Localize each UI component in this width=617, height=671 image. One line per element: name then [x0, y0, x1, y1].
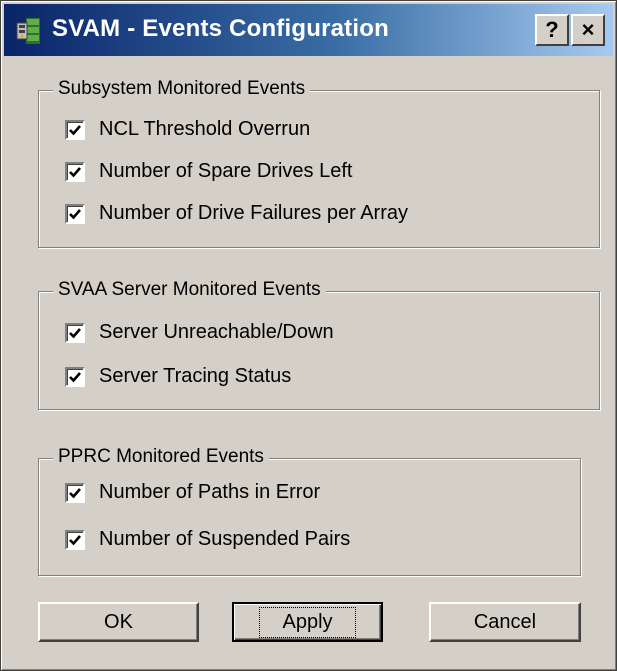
ncl-threshold-overrun-option[interactable]: NCL Threshold Overrun	[65, 118, 310, 141]
window-title: SVAM - Events Configuration	[52, 15, 389, 42]
svam-app-icon	[16, 18, 40, 44]
spare-drives-left-option[interactable]: Number of Spare Drives Left	[65, 160, 352, 183]
paths-in-error-label: Number of Paths in Error	[99, 481, 321, 503]
checkmark-icon	[69, 166, 81, 177]
drive-failures-per-array-checkbox[interactable]	[65, 203, 85, 224]
checkmark-icon	[69, 487, 81, 498]
server-tracing-status-label: Server Tracing Status	[99, 365, 292, 387]
title-bar[interactable]: SVAM - Events Configuration ? ×	[4, 4, 613, 56]
pprc-events-legend: PPRC Monitored Events	[53, 446, 269, 468]
server-unreachable-label: Server Unreachable/Down	[99, 321, 334, 343]
paths-in-error-checkbox[interactable]	[65, 482, 85, 503]
cancel-button[interactable]: Cancel	[429, 602, 581, 642]
server-unreachable-checkbox[interactable]	[65, 322, 85, 343]
spare-drives-left-label: Number of Spare Drives Left	[99, 160, 353, 182]
subsystem-events-legend: Subsystem Monitored Events	[53, 78, 311, 100]
drive-failures-per-array-label: Number of Drive Failures per Array	[99, 202, 408, 224]
ncl-threshold-overrun-checkbox[interactable]	[65, 119, 85, 140]
apply-button[interactable]: Apply	[232, 602, 383, 642]
ok-button-label: OK	[104, 610, 133, 633]
checkmark-icon	[69, 327, 81, 338]
server-tracing-status-checkbox[interactable]	[65, 366, 85, 387]
paths-in-error-option[interactable]: Number of Paths in Error	[65, 481, 320, 504]
events-configuration-dialog: SVAM - Events Configuration ? × Subsyste…	[0, 0, 617, 671]
checkmark-icon	[69, 208, 81, 219]
svaa-server-events-group: SVAA Server Monitored Events	[38, 279, 600, 410]
drive-failures-per-array-option[interactable]: Number of Drive Failures per Array	[65, 202, 408, 225]
close-button[interactable]: ×	[571, 14, 605, 46]
ncl-threshold-overrun-label: NCL Threshold Overrun	[99, 118, 311, 140]
checkmark-icon	[69, 371, 81, 382]
checkmark-icon	[69, 534, 81, 545]
cancel-button-label: Cancel	[473, 610, 537, 633]
suspended-pairs-label: Number of Suspended Pairs	[99, 528, 351, 550]
spare-drives-left-checkbox[interactable]	[65, 161, 85, 182]
suspended-pairs-option[interactable]: Number of Suspended Pairs	[65, 528, 350, 551]
server-unreachable-option[interactable]: Server Unreachable/Down	[65, 321, 334, 344]
checkmark-icon	[69, 124, 81, 135]
svaa-server-events-legend: SVAA Server Monitored Events	[53, 279, 326, 301]
suspended-pairs-checkbox[interactable]	[65, 529, 85, 550]
ok-button[interactable]: OK	[38, 602, 199, 642]
help-button[interactable]: ?	[535, 14, 569, 46]
pprc-events-group: PPRC Monitored Events	[38, 446, 581, 576]
server-tracing-status-option[interactable]: Server Tracing Status	[65, 365, 291, 388]
apply-button-label: Apply	[259, 606, 356, 638]
